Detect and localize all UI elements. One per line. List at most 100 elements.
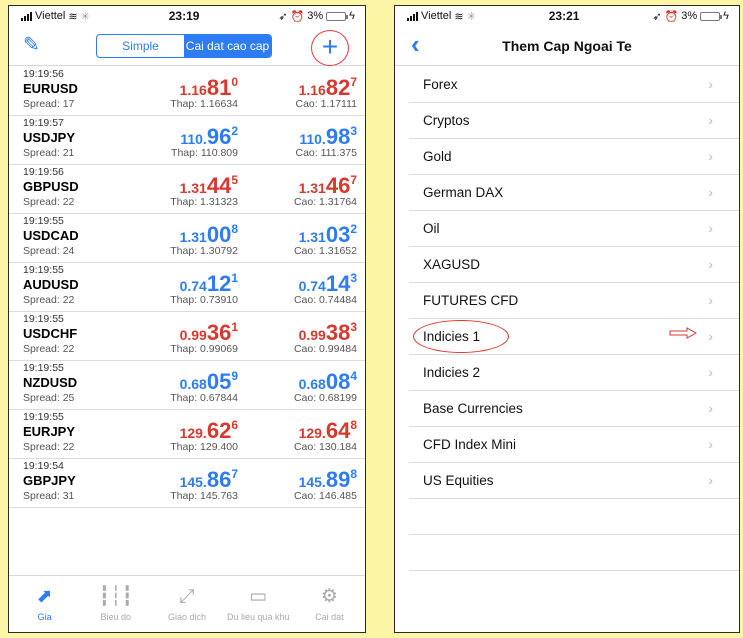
quote-spread: Spread: 25 xyxy=(23,392,75,404)
quote-symbol: GBPUSD xyxy=(23,179,79,194)
quote-spread: Spread: 24 xyxy=(23,245,75,257)
add-pair-screen: Viettel ≋ ✳ 23:21 ➶ ⏰ 3% ϟ ‹ Them Cap Ng… xyxy=(394,5,740,633)
tab-giao-dich[interactable]: ⤢ Giao dich xyxy=(151,576,222,632)
quote-spread: Spread: 22 xyxy=(23,196,75,208)
quote-row[interactable]: 19:19:55 NZDUSD Spread: 25 0.68059 0.68084 Th… xyxy=(9,361,365,410)
low-price: Thap: 1.30792 xyxy=(170,245,238,257)
chevron-right-icon: › xyxy=(708,148,713,164)
low-price: Thap: 1.31323 xyxy=(170,196,238,208)
low-price: Thap: 129.400 xyxy=(170,441,238,453)
status-bar: Viettel ≋ ✳ 23:19 ➶ ⏰ 3% ϟ xyxy=(9,6,365,26)
quote-symbol: NZDUSD xyxy=(23,375,78,390)
quote-time: 19:19:55 xyxy=(23,362,64,374)
category-label: CFD Index Mini xyxy=(423,437,517,452)
status-time: 23:21 xyxy=(548,9,580,23)
quote-symbol: USDJPY xyxy=(23,130,76,145)
category-item[interactable]: Indicies 1 › xyxy=(409,319,739,355)
battery-icon xyxy=(326,11,349,21)
high-price: Cao: 1.31764 xyxy=(293,196,357,208)
category-label: Forex xyxy=(423,77,458,92)
chevron-right-icon: › xyxy=(708,76,713,92)
quote-spread: Spread: 22 xyxy=(23,343,75,355)
edit-pencil-icon[interactable]: ✎ xyxy=(23,35,40,55)
chevron-right-icon: › xyxy=(708,256,713,272)
category-label: FUTURES CFD xyxy=(423,293,519,308)
category-item[interactable]: FUTURES CFD › xyxy=(409,283,739,319)
category-label: German DAX xyxy=(423,185,504,200)
chevron-right-icon: › xyxy=(708,112,713,128)
quote-spread: Spread: 22 xyxy=(23,441,75,453)
high-price: Cao: 130.184 xyxy=(293,441,357,453)
tab-label: Du lieu qua khu xyxy=(226,612,290,622)
quote-time: 19:19:55 xyxy=(23,264,64,276)
category-item[interactable]: Base Currencies › xyxy=(409,391,739,427)
quote-time: 19:19:56 xyxy=(23,166,64,178)
segment-simple[interactable]: Simple xyxy=(97,35,184,57)
quote-time: 19:19:55 xyxy=(23,411,64,423)
category-item[interactable]: US Equities › xyxy=(409,463,739,499)
chevron-right-icon: › xyxy=(708,328,713,344)
category-label: Oil xyxy=(423,221,440,236)
category-item[interactable]: CFD Index Mini › xyxy=(409,427,739,463)
low-price: Thap: 0.73910 xyxy=(170,294,238,306)
add-symbol-button[interactable]: + xyxy=(311,30,349,66)
quote-row[interactable]: 19:19:55 USDCAD Spread: 24 1.31008 1.31032 Th… xyxy=(9,214,365,263)
quote-spread: Spread: 22 xyxy=(23,294,75,306)
segment-advanced[interactable]: Cai dat cao cap xyxy=(184,35,271,57)
high-price: Cao: 0.99484 xyxy=(293,343,357,355)
chevron-right-icon: › xyxy=(708,472,713,488)
category-label: US Equities xyxy=(423,473,494,488)
quote-row[interactable]: 19:19:55 AUDUSD Spread: 22 0.74121 0.74143 Th… xyxy=(9,263,365,312)
tab-du-lieu[interactable]: ▭ Du lieu qua khu xyxy=(223,576,294,632)
category-item[interactable]: Oil › xyxy=(409,211,739,247)
chevron-right-icon: › xyxy=(708,436,713,452)
category-label: Indicies 2 xyxy=(423,365,481,380)
quote-time: 19:19:55 xyxy=(23,313,64,325)
wifi-icon: ≋ xyxy=(68,10,78,23)
candlestick-icon: ┇┆┇ xyxy=(98,586,133,607)
category-item[interactable]: Indicies 2 › xyxy=(409,355,739,391)
status-bar: Viettel ≋ ✳ 23:21 ➶ ⏰ 3% ϟ xyxy=(395,6,739,26)
page-title: Them Cap Ngoai Te xyxy=(502,38,632,54)
quote-row[interactable]: 19:19:57 USDJPY Spread: 21 110.962 110.983 Th… xyxy=(9,116,365,165)
alarm-icon: ⏰ xyxy=(290,10,305,23)
low-price: Thap: 145.763 xyxy=(170,490,238,502)
quote-symbol: EURJPY xyxy=(23,424,76,439)
category-label: Gold xyxy=(423,149,452,164)
category-item[interactable]: Gold › xyxy=(409,139,739,175)
quote-row[interactable]: 19:19:56 GBPUSD Spread: 22 1.31445 1.31467 Th… xyxy=(9,165,365,214)
tab-label: Gia xyxy=(37,612,52,622)
tab-label: Giao dich xyxy=(167,612,207,622)
category-item[interactable]: XAGUSD › xyxy=(409,247,739,283)
nav-bar: ✎ Simple Cai dat cao cap + xyxy=(9,26,365,66)
chevron-right-icon: › xyxy=(708,292,713,308)
gear-icon: ⚙ xyxy=(320,586,338,607)
tab-gia[interactable]: ⬈ Gia xyxy=(9,576,80,632)
tab-cai-dat[interactable]: ⚙ Cai dat xyxy=(294,576,365,632)
carrier-label: Viettel xyxy=(421,10,452,22)
low-price: Thap: 110.809 xyxy=(171,147,238,159)
signal-icon xyxy=(407,11,418,21)
wifi-icon: ≋ xyxy=(454,10,464,23)
category-item[interactable]: Cryptos › xyxy=(409,103,739,139)
low-price: Thap: 0.67844 xyxy=(170,392,238,404)
category-item[interactable]: Forex › xyxy=(409,67,739,103)
tab-label: Bieu do xyxy=(100,612,132,622)
quote-symbol: GBPJPY xyxy=(23,473,76,488)
quote-row[interactable]: 19:19:55 USDCHF Spread: 22 0.99361 0.99383 Th… xyxy=(9,312,365,361)
quote-row[interactable]: 19:19:54 GBPJPY Spread: 31 145.867 145.898 Th… xyxy=(9,459,365,508)
tab-bieu-do[interactable]: ┇┆┇ Bieu do xyxy=(80,576,151,632)
battery-icon xyxy=(700,11,723,21)
quote-row[interactable]: 19:19:56 EURUSD Spread: 17 1.16810 1.16827 Th… xyxy=(9,67,365,116)
quotes-screen: Viettel ≋ ✳ 23:19 ➶ ⏰ 3% ϟ ✎ Simple Cai … xyxy=(8,5,366,633)
quote-spread: Spread: 21 xyxy=(23,147,75,159)
high-price: Cao: 0.68199 xyxy=(293,392,357,404)
empty-row xyxy=(409,499,739,535)
quote-symbol: USDCAD xyxy=(23,228,79,243)
quote-time: 19:19:57 xyxy=(23,117,64,129)
category-item[interactable]: German DAX › xyxy=(409,175,739,211)
category-label: Base Currencies xyxy=(423,401,523,416)
low-price: Thap: 0.99069 xyxy=(170,343,238,355)
quote-row[interactable]: 19:19:55 EURJPY Spread: 22 129.626 129.648 Th… xyxy=(9,410,365,459)
status-time: 23:19 xyxy=(168,9,200,23)
